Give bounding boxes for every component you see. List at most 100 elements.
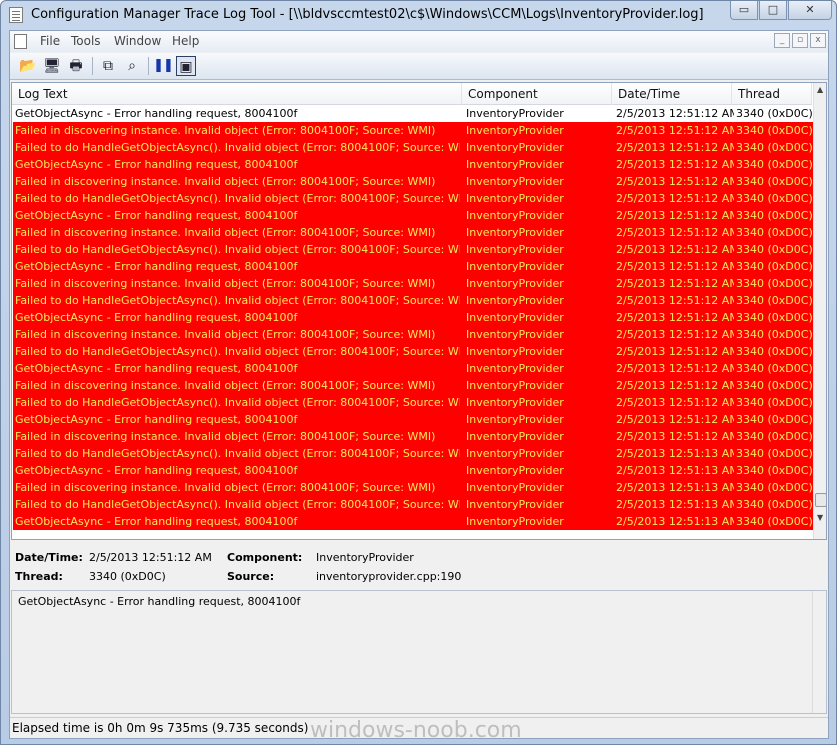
log-row-component: InventoryProvider [466,345,564,358]
log-row-datetime: 2/5/2013 12:51:12 AM [616,277,734,290]
mdi-close-button[interactable]: x [810,33,826,48]
message-scrollbar[interactable] [812,591,826,713]
log-row[interactable]: GetObjectAsync - Error handling request,… [13,411,813,428]
datetime-label: Date/Time: [15,551,83,564]
log-rows: GetObjectAsync - Error handling request,… [13,105,813,539]
mdi-restore-button[interactable]: ▫ [792,33,808,48]
close-button[interactable]: ✕ [788,1,832,20]
log-row[interactable]: GetObjectAsync - Error handling request,… [13,462,813,479]
mdi-minimize-button[interactable]: _ [774,33,790,48]
log-row[interactable]: Failed in discovering instance. Invalid … [13,377,813,394]
log-row-text: GetObjectAsync - Error handling request,… [15,362,298,375]
log-row[interactable]: GetObjectAsync - Error handling request,… [13,513,813,530]
log-row-datetime: 2/5/2013 12:51:12 AM [616,158,734,171]
log-row-text: Failed to do HandleGetObjectAsync(). Inv… [15,294,460,307]
log-row-datetime: 2/5/2013 12:51:12 AM [616,209,734,222]
log-row-text: Failed in discovering instance. Invalid … [15,430,436,443]
log-row[interactable]: GetObjectAsync - Error handling request,… [13,105,813,122]
log-row[interactable]: Failed to do HandleGetObjectAsync(). Inv… [13,292,813,309]
status-bar: Elapsed time is 0h 0m 9s 735ms (9.735 se… [10,717,828,743]
column-header-datetime[interactable]: Date/Time [612,83,732,105]
log-row-thread: 3340 (0xD0C) [736,141,813,154]
log-row-text: GetObjectAsync - Error handling request,… [15,311,298,324]
log-row[interactable]: Failed in discovering instance. Invalid … [13,326,813,343]
maximize-button[interactable]: □ [759,1,787,20]
log-row[interactable]: Failed to do HandleGetObjectAsync(). Inv… [13,241,813,258]
copy-icon[interactable]: ⧉ [98,56,118,76]
column-header-component[interactable]: Component [462,83,612,105]
log-row[interactable]: Failed to do HandleGetObjectAsync(). Inv… [13,343,813,360]
log-row-datetime: 2/5/2013 12:51:12 AM [616,260,734,273]
log-row-datetime: 2/5/2013 12:51:12 AM [616,192,734,205]
mdi-client: File Tools Window Help _ ▫ x 📂 🖥 🖶 ⧉ ⌕ ❚… [9,30,829,743]
log-row[interactable]: GetObjectAsync - Error handling request,… [13,156,813,173]
log-row[interactable]: Failed in discovering instance. Invalid … [13,122,813,139]
log-row-text: Failed to do HandleGetObjectAsync(). Inv… [15,192,460,205]
app-log-icon [9,7,23,23]
log-row-datetime: 2/5/2013 12:51:12 AM [616,362,734,375]
log-row-thread: 3340 (0xD0C) [736,277,813,290]
log-row-text: GetObjectAsync - Error handling request,… [15,464,298,477]
log-row-thread: 3340 (0xD0C) [736,481,813,494]
log-row[interactable]: Failed in discovering instance. Invalid … [13,479,813,496]
minimize-button[interactable]: ▭ [730,1,758,20]
log-row-thread: 3340 (0xD0C) [736,464,813,477]
log-row-thread: 3340 (0xD0C) [736,379,813,392]
log-row-text: Failed in discovering instance. Invalid … [15,175,436,188]
log-row[interactable]: GetObjectAsync - Error handling request,… [13,360,813,377]
scroll-down-icon[interactable]: ▼ [817,513,823,522]
log-row[interactable]: Failed to do HandleGetObjectAsync(). Inv… [13,139,813,156]
log-row-text: GetObjectAsync - Error handling request,… [15,209,298,222]
log-row-component: InventoryProvider [466,260,564,273]
column-header-thread[interactable]: Thread [732,83,812,105]
scroll-up-icon[interactable]: ▲ [817,85,823,94]
log-row-datetime: 2/5/2013 12:51:12 AM [616,294,734,307]
computer-icon[interactable]: 🖥 [42,56,62,76]
app-window: Configuration Manager Trace Log Tool - [… [0,0,837,745]
log-row[interactable]: Failed to do HandleGetObjectAsync(). Inv… [13,190,813,207]
log-row[interactable]: GetObjectAsync - Error handling request,… [13,207,813,224]
watermark: windows-noob.com [310,718,522,743]
log-row-component: InventoryProvider [466,413,564,426]
log-row[interactable]: Failed in discovering instance. Invalid … [13,173,813,190]
log-row[interactable]: Failed in discovering instance. Invalid … [13,275,813,292]
document-icon[interactable] [12,33,28,49]
pause-icon[interactable]: ❚❚ [153,56,174,76]
menu-bar: File Tools Window Help _ ▫ x [10,31,828,52]
log-row-component: InventoryProvider [466,243,564,256]
datetime-value: 2/5/2013 12:51:12 AM [89,551,212,564]
highlight-icon[interactable]: ▣ [176,56,196,76]
log-row-thread: 3340 (0xD0C) [736,328,813,341]
menu-help[interactable]: Help [172,34,199,48]
message-text-area[interactable]: GetObjectAsync - Error handling request,… [11,590,827,714]
log-row-datetime: 2/5/2013 12:51:12 AM [616,141,734,154]
log-row[interactable]: Failed to do HandleGetObjectAsync(). Inv… [13,394,813,411]
log-row-text: GetObjectAsync - Error handling request,… [15,107,298,120]
log-row[interactable]: Failed to do HandleGetObjectAsync(). Inv… [13,445,813,462]
log-row-component: InventoryProvider [466,141,564,154]
log-row[interactable]: Failed to do HandleGetObjectAsync(). Inv… [13,496,813,513]
menu-window[interactable]: Window [114,34,161,48]
print-icon[interactable]: 🖶 [66,56,86,76]
scroll-thumb[interactable] [815,493,826,507]
log-row[interactable]: Failed in discovering instance. Invalid … [13,224,813,241]
log-row-text: Failed to do HandleGetObjectAsync(). Inv… [15,396,460,409]
log-row-datetime: 2/5/2013 12:51:12 AM [616,396,734,409]
menu-file[interactable]: File [40,34,60,48]
title-bar[interactable]: Configuration Manager Trace Log Tool - [… [1,1,836,29]
column-header-log-text[interactable]: Log Text [12,83,462,105]
log-list[interactable]: Log Text Component Date/Time Thread GetO… [11,82,827,540]
log-row[interactable]: Failed in discovering instance. Invalid … [13,428,813,445]
log-list-scrollbar[interactable]: ▲ ▼ [813,83,826,539]
log-row[interactable]: GetObjectAsync - Error handling request,… [13,258,813,275]
log-row-empty [13,530,813,539]
log-row[interactable]: GetObjectAsync - Error handling request,… [13,309,813,326]
log-row-datetime: 2/5/2013 12:51:12 AM [616,107,734,120]
find-icon[interactable]: ⌕ [122,56,142,76]
log-row-component: InventoryProvider [466,175,564,188]
log-list-header: Log Text Component Date/Time Thread [12,83,812,105]
log-row-text: Failed in discovering instance. Invalid … [15,124,436,137]
open-folder-icon[interactable]: 📂 [18,56,38,76]
log-row-datetime: 2/5/2013 12:51:13 AM [616,515,734,528]
menu-tools[interactable]: Tools [71,34,101,48]
